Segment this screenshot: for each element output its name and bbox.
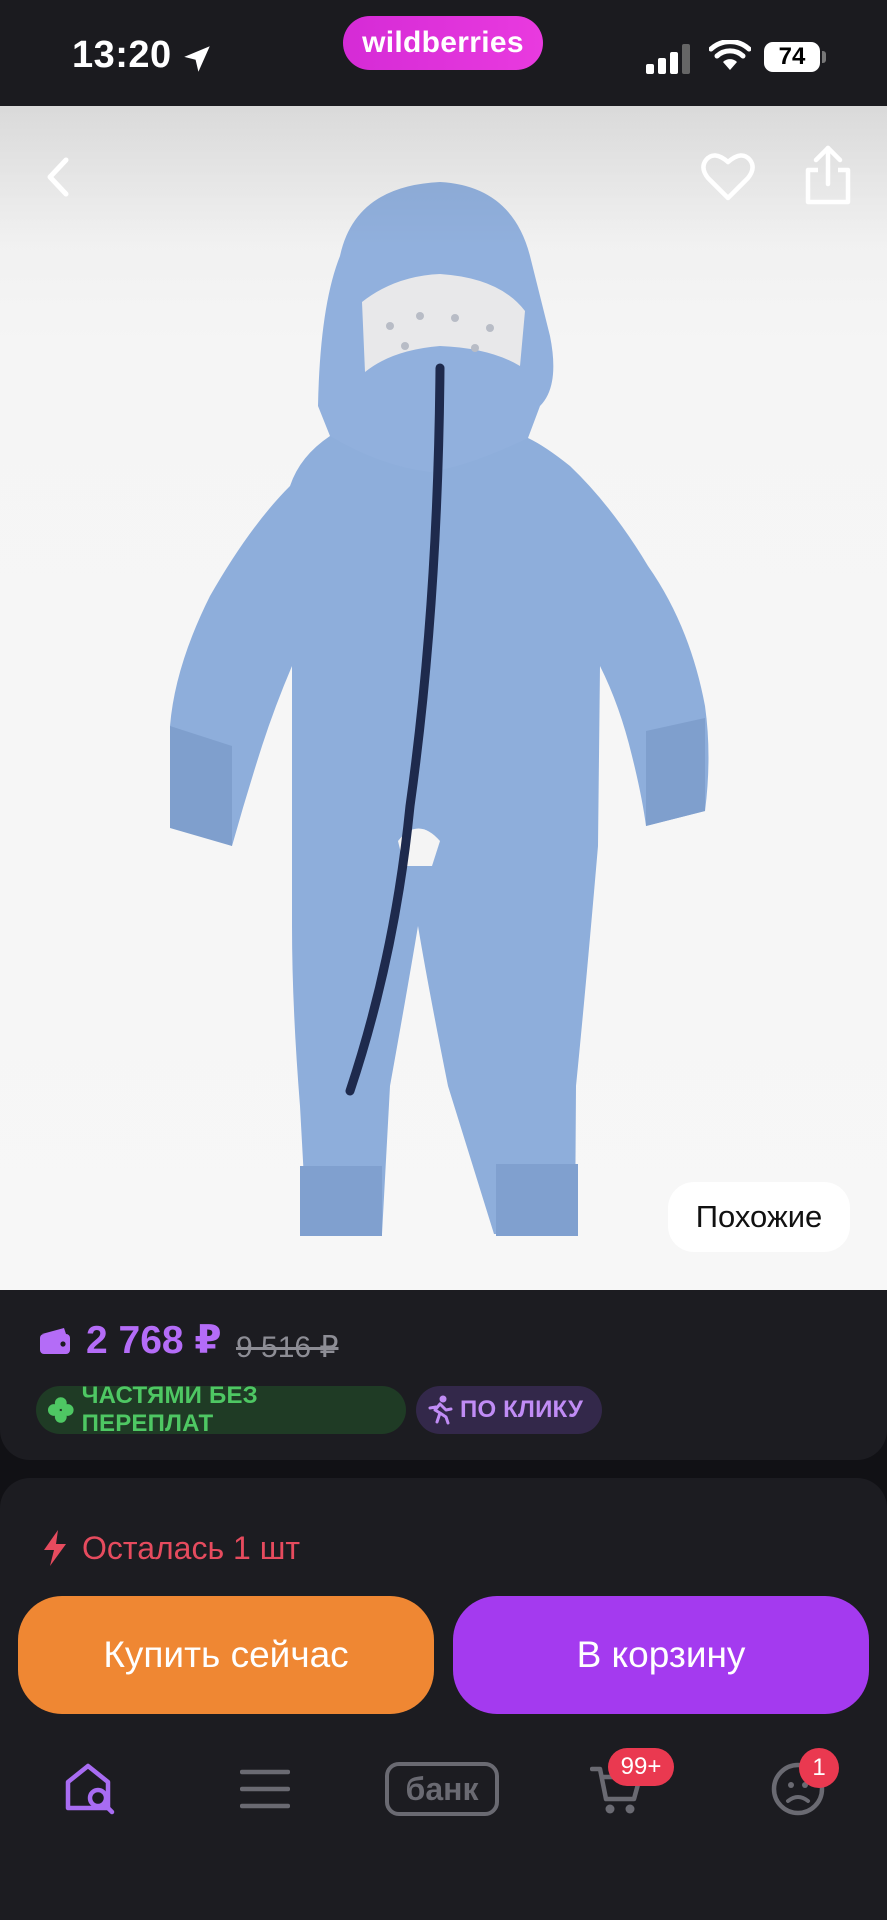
- location-arrow-icon: [184, 46, 210, 72]
- profile-notification-badge: 1: [799, 1748, 839, 1788]
- purchase-panel: Осталась 1 шт Купить сейчас В корзину ба…: [0, 1478, 887, 1920]
- stock-remaining-text: Осталась 1 шт: [82, 1530, 301, 1566]
- one-click-badge[interactable]: ПО КЛИКУ: [416, 1386, 602, 1434]
- back-icon[interactable]: [38, 152, 78, 202]
- status-time: 13:20: [72, 34, 172, 76]
- installment-badge[interactable]: ЧАСТЯМИ БЕЗ ПЕРЕПЛАТ: [36, 1382, 406, 1437]
- clover-icon: [47, 1397, 74, 1423]
- installment-badge-label: ЧАСТЯМИ БЕЗ ПЕРЕПЛАТ: [81, 1382, 258, 1437]
- battery-cap: [822, 51, 826, 63]
- battery-indicator: 74: [764, 42, 820, 72]
- status-bar: 13:20 wildberries 74: [0, 0, 887, 106]
- buy-now-button[interactable]: Купить сейчас: [18, 1596, 434, 1714]
- wifi-icon: [709, 40, 751, 70]
- old-price: 9 516 ₽: [236, 1331, 339, 1364]
- brand-logo: wildberries: [343, 16, 543, 70]
- share-icon[interactable]: [800, 144, 856, 208]
- running-person-icon: [428, 1395, 453, 1425]
- product-photo-jumpsuit: [170, 182, 709, 1236]
- bank-label: банк: [405, 1770, 479, 1807]
- bank-icon[interactable]: банк: [385, 1762, 499, 1816]
- menu-icon[interactable]: [240, 1768, 290, 1810]
- wallet-icon: [40, 1328, 70, 1354]
- cellular-signal-icon: [646, 44, 690, 74]
- similar-items-button[interactable]: Похожие: [668, 1182, 850, 1252]
- home-search-icon[interactable]: [62, 1760, 120, 1816]
- product-image[interactable]: Похожие: [0, 106, 887, 1290]
- price-panel: 2 768 ₽ 9 516 ₽ ЧАСТЯМИ БЕЗ ПЕРЕПЛАТ ПО …: [0, 1290, 887, 1460]
- one-click-badge-label: ПО КЛИКУ: [460, 1396, 584, 1423]
- favorite-heart-icon[interactable]: [700, 150, 756, 204]
- lightning-icon: [44, 1530, 66, 1566]
- add-to-cart-button[interactable]: В корзину: [453, 1596, 869, 1714]
- cart-count-badge: 99+: [608, 1748, 674, 1786]
- current-price: 2 768 ₽: [86, 1319, 222, 1362]
